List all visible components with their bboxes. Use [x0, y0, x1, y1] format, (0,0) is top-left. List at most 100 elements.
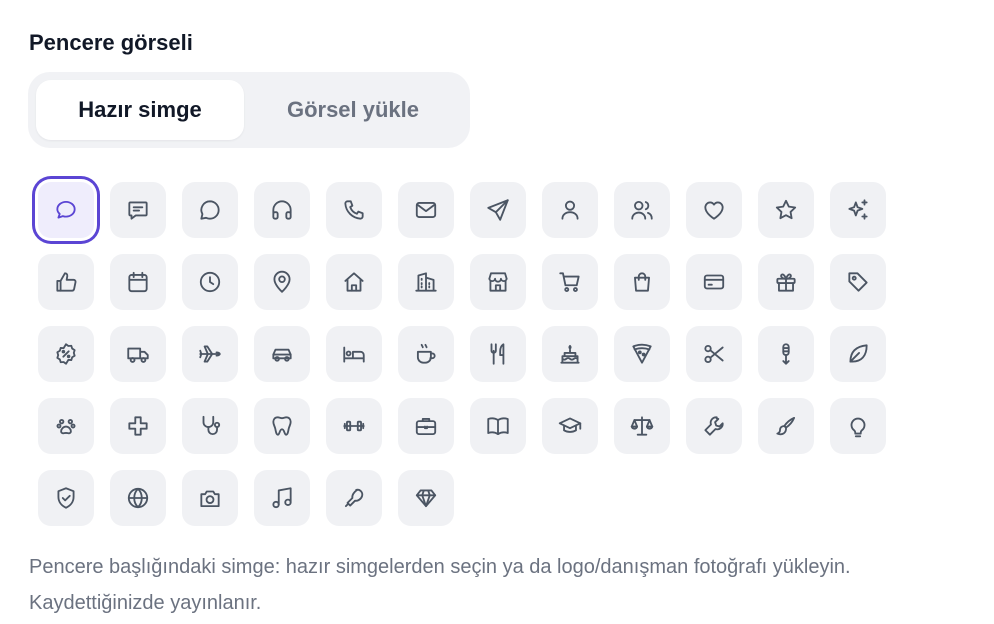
icon-option-clock[interactable]: [182, 254, 238, 310]
dumbbell-icon: [341, 413, 367, 439]
icon-option-graduation-cap[interactable]: [542, 398, 598, 454]
icon-option-tennis-racket[interactable]: [326, 470, 382, 526]
icon-option-chat-bubble[interactable]: [38, 182, 94, 238]
icon-option-mail[interactable]: [398, 182, 454, 238]
paw-icon: [53, 413, 79, 439]
icon-option-car[interactable]: [254, 326, 310, 382]
icon-option-paw[interactable]: [38, 398, 94, 454]
scissors-icon: [701, 341, 727, 367]
icon-option-tooth[interactable]: [254, 398, 310, 454]
icon-option-plane[interactable]: [182, 326, 238, 382]
message-square-icon: [125, 197, 151, 223]
tennis-racket-icon: [341, 485, 367, 511]
utensils-icon: [485, 341, 511, 367]
icon-option-scissors[interactable]: [686, 326, 742, 382]
icon-option-heart[interactable]: [686, 182, 742, 238]
star-icon: [773, 197, 799, 223]
plane-icon: [197, 341, 223, 367]
icon-option-truck[interactable]: [110, 326, 166, 382]
clock-icon: [197, 269, 223, 295]
medical-cross-icon: [125, 413, 151, 439]
tab-preset-icon[interactable]: Hazır simge: [36, 80, 244, 140]
chat-round-icon: [197, 197, 223, 223]
icon-option-wrench[interactable]: [686, 398, 742, 454]
calendar-icon: [125, 269, 151, 295]
icon-option-shield-check[interactable]: [38, 470, 94, 526]
icon-option-music[interactable]: [254, 470, 310, 526]
icon-option-medical-cross[interactable]: [110, 398, 166, 454]
icon-grid: [38, 182, 886, 526]
bed-icon: [341, 341, 367, 367]
icon-option-shopping-bag[interactable]: [614, 254, 670, 310]
sparkles-icon: [845, 197, 871, 223]
icon-option-diamond[interactable]: [398, 470, 454, 526]
shield-check-icon: [53, 485, 79, 511]
globe-icon: [125, 485, 151, 511]
graduation-cap-icon: [557, 413, 583, 439]
icon-option-sparkles[interactable]: [830, 182, 886, 238]
leaf-icon: [845, 341, 871, 367]
truck-icon: [125, 341, 151, 367]
icon-option-home[interactable]: [326, 254, 382, 310]
icon-option-bed[interactable]: [326, 326, 382, 382]
users-icon: [629, 197, 655, 223]
help-text: Pencere başlığındaki simge: hazır simgel…: [29, 556, 851, 614]
shopping-bag-icon: [629, 269, 655, 295]
icon-option-coffee[interactable]: [398, 326, 454, 382]
icon-option-briefcase[interactable]: [398, 398, 454, 454]
icon-option-thumbs-up[interactable]: [38, 254, 94, 310]
icon-option-building[interactable]: [398, 254, 454, 310]
tooth-icon: [269, 413, 295, 439]
icon-option-leaf[interactable]: [830, 326, 886, 382]
phone-icon: [341, 197, 367, 223]
icon-option-cart[interactable]: [542, 254, 598, 310]
icon-option-utensils[interactable]: [470, 326, 526, 382]
icon-option-chat-round[interactable]: [182, 182, 238, 238]
coffee-icon: [413, 341, 439, 367]
scale-icon: [629, 413, 655, 439]
icon-option-dumbbell[interactable]: [326, 398, 382, 454]
tab-upload-image[interactable]: Görsel yükle: [244, 80, 462, 140]
home-icon: [341, 269, 367, 295]
map-pin-icon: [269, 269, 295, 295]
music-icon: [269, 485, 295, 511]
icon-option-pizza[interactable]: [614, 326, 670, 382]
chat-bubble-icon: [53, 197, 79, 223]
gift-icon: [773, 269, 799, 295]
discount-badge-icon: [53, 341, 79, 367]
icon-option-headphones[interactable]: [254, 182, 310, 238]
icon-option-star[interactable]: [758, 182, 814, 238]
icon-option-calendar[interactable]: [110, 254, 166, 310]
store-icon: [485, 269, 511, 295]
icon-option-tag[interactable]: [830, 254, 886, 310]
icon-option-discount-badge[interactable]: [38, 326, 94, 382]
icon-option-camera[interactable]: [182, 470, 238, 526]
icon-option-credit-card[interactable]: [686, 254, 742, 310]
tag-icon: [845, 269, 871, 295]
icon-option-user[interactable]: [542, 182, 598, 238]
car-icon: [269, 341, 295, 367]
icon-option-users[interactable]: [614, 182, 670, 238]
lightbulb-icon: [845, 413, 871, 439]
icon-option-gift[interactable]: [758, 254, 814, 310]
cake-icon: [557, 341, 583, 367]
icon-option-microphone[interactable]: [758, 326, 814, 382]
icon-option-store[interactable]: [470, 254, 526, 310]
icon-option-scale[interactable]: [614, 398, 670, 454]
briefcase-icon: [413, 413, 439, 439]
icon-option-phone[interactable]: [326, 182, 382, 238]
thumbs-up-icon: [53, 269, 79, 295]
credit-card-icon: [701, 269, 727, 295]
icon-option-send[interactable]: [470, 182, 526, 238]
icon-option-stethoscope[interactable]: [182, 398, 238, 454]
icon-option-globe[interactable]: [110, 470, 166, 526]
image-source-toggle: Hazır simge Görsel yükle: [28, 72, 470, 148]
cart-icon: [557, 269, 583, 295]
icon-option-cake[interactable]: [542, 326, 598, 382]
icon-option-paintbrush[interactable]: [758, 398, 814, 454]
icon-option-book-open[interactable]: [470, 398, 526, 454]
icon-option-lightbulb[interactable]: [830, 398, 886, 454]
section-title: Pencere görseli: [29, 30, 193, 55]
icon-option-message-square[interactable]: [110, 182, 166, 238]
icon-option-map-pin[interactable]: [254, 254, 310, 310]
